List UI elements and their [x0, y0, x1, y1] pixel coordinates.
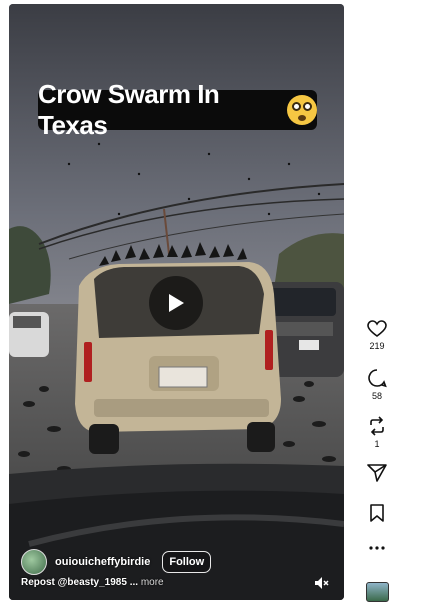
audio-thumbnail[interactable]: [366, 582, 389, 602]
follow-button[interactable]: Follow: [162, 551, 212, 573]
post-description: Repost @beasty_1985 ... more: [21, 577, 164, 588]
repost-action[interactable]: 1: [362, 416, 392, 449]
description-text: Repost @beasty_1985 ...: [21, 577, 139, 588]
author-row: ouiouicheffybirdie Follow: [21, 547, 212, 577]
repost-count: 1: [374, 439, 380, 449]
repost-icon[interactable]: [367, 416, 387, 436]
share-action[interactable]: [362, 464, 392, 482]
heart-icon[interactable]: [367, 320, 387, 338]
author-username[interactable]: ouiouicheffybirdie: [55, 556, 150, 568]
save-action[interactable]: [362, 504, 392, 522]
like-count: 219: [369, 341, 385, 351]
comment-count: 58: [371, 391, 382, 401]
play-button[interactable]: [149, 276, 203, 330]
bookmark-icon[interactable]: [369, 504, 385, 522]
more-icon[interactable]: [369, 545, 385, 551]
play-icon: [169, 294, 184, 312]
comment-icon[interactable]: [367, 368, 387, 388]
share-icon[interactable]: [367, 464, 387, 482]
video-player[interactable]: Crow Swarm In Texas ouiouicheffybirdie F…: [9, 4, 344, 600]
caption-text: Crow Swarm In Texas: [38, 79, 220, 140]
speaker-muted-icon[interactable]: [312, 574, 330, 592]
author-avatar[interactable]: [21, 549, 47, 575]
like-action[interactable]: 219: [362, 320, 392, 351]
more-link[interactable]: more: [141, 577, 164, 588]
video-caption-overlay: Crow Swarm In Texas: [38, 79, 317, 140]
flushed-face-icon: [287, 95, 317, 125]
more-options[interactable]: [362, 545, 392, 551]
comment-action[interactable]: 58: [362, 368, 392, 401]
